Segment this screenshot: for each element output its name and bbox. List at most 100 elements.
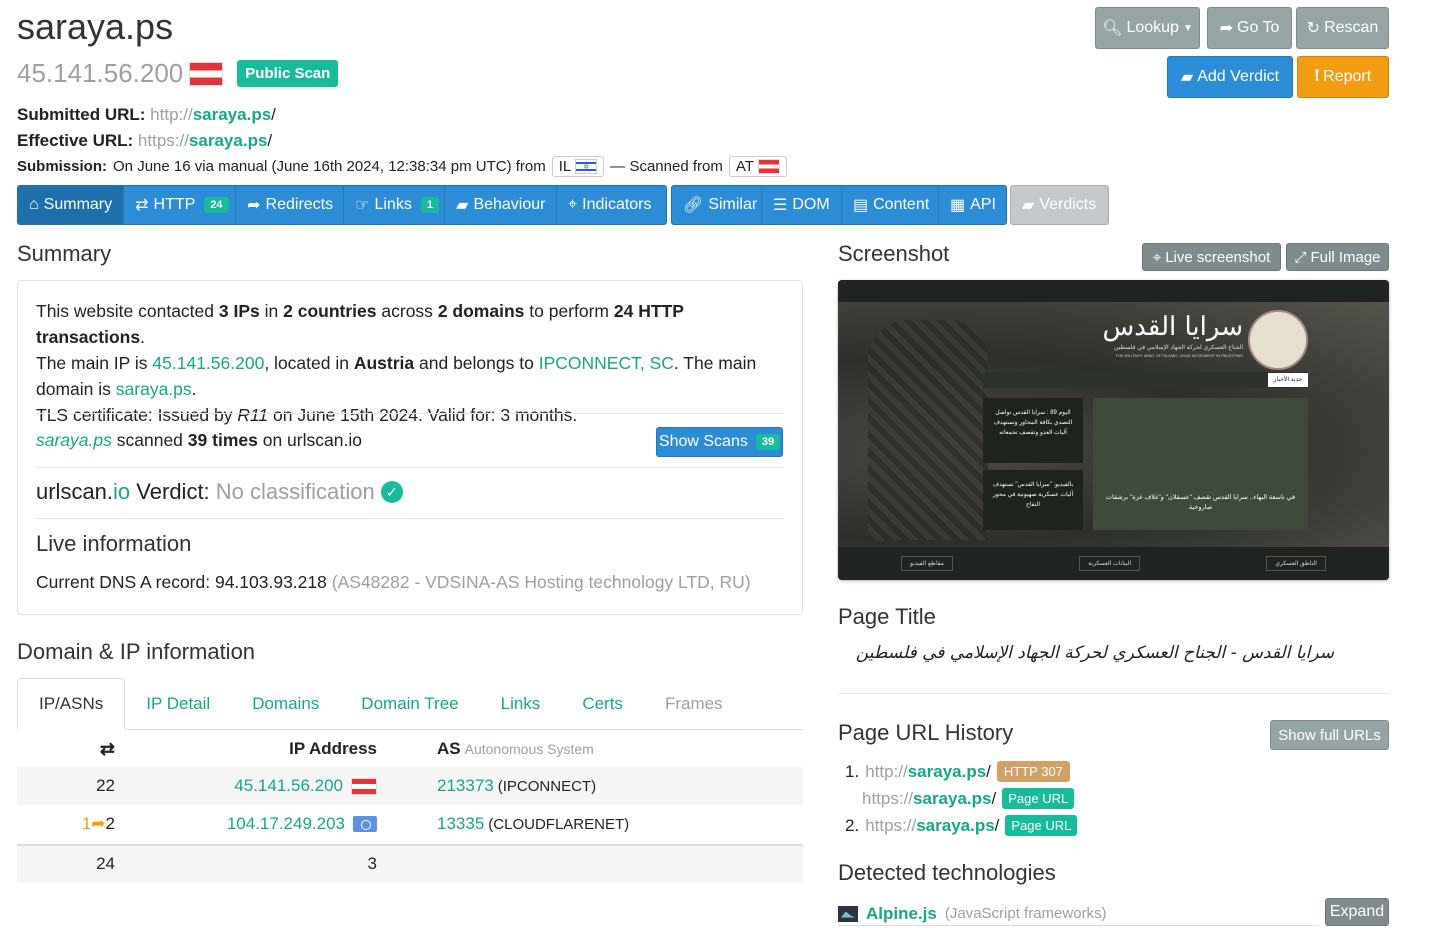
check-circle-icon: ✓	[380, 481, 403, 503]
ip-line: 45.141.56.200 Public Scan	[17, 58, 339, 89]
page-title-heading: Page Title	[838, 604, 936, 629]
tab-verdicts[interactable]: ▰ Verdicts	[1011, 186, 1108, 224]
list-icon: ☰	[773, 197, 788, 214]
url-history-item: 1. http://saraya.ps/ HTTP 307	[845, 761, 1070, 782]
home-icon: ⌂	[29, 196, 39, 213]
crosshairs-icon: ⌖	[568, 196, 578, 213]
effective-url-link[interactable]: https://saraya.ps/	[138, 131, 272, 150]
news-card[interactable]: بالفيديو: "سرايا القدس" تستهدف آليات عسك…	[983, 470, 1083, 530]
scanned-from-text: — Scanned from	[610, 158, 723, 175]
footer-link[interactable]: مقاطع الفيديو	[901, 556, 954, 571]
hand-pointer-icon: ☞	[355, 197, 370, 214]
asn-link[interactable]: IPCONNECT, SC	[539, 353, 674, 373]
history-url-link[interactable]: https://saraya.ps/	[862, 789, 996, 809]
share-arrow-icon: ➦	[1219, 20, 1233, 37]
file-icon: ▤	[853, 197, 869, 214]
tab-indicators[interactable]: ⌖ Indicators	[557, 186, 666, 224]
main-ip-link[interactable]: 45.141.56.200	[152, 353, 264, 373]
tab-dom[interactable]: ☰ DOM	[762, 186, 842, 224]
expand-button[interactable]: Expand	[1325, 898, 1389, 926]
comment-icon: ▰	[1022, 197, 1035, 214]
tech-row: Alpine.js (JavaScript frameworks)	[838, 902, 1318, 926]
scanned-domain-link[interactable]: saraya.ps	[36, 430, 112, 450]
tab-ip-detail[interactable]: IP Detail	[125, 678, 231, 729]
report-button[interactable]: ❗︎ Report	[1297, 56, 1389, 98]
tab-domains[interactable]: Domains	[231, 678, 340, 729]
history-url-link[interactable]: http://saraya.ps/	[865, 762, 991, 782]
scanned-country-pill[interactable]: AT	[728, 156, 787, 177]
austria-flag-icon	[757, 159, 780, 174]
show-full-urls-button[interactable]: Show full URLs	[1270, 720, 1389, 750]
caret-down-icon: ▼	[1182, 22, 1193, 34]
summary-text: This website contacted 3 IPs in 2 countr…	[36, 301, 757, 425]
soldier-figure	[868, 320, 988, 540]
page-url-badge: Page URL	[1005, 815, 1078, 836]
history-url-link[interactable]: https://saraya.ps/	[865, 816, 999, 836]
asn-link[interactable]: 13335	[437, 814, 484, 834]
tab-ip-asns[interactable]: IP/ASNs	[17, 678, 126, 730]
goto-button[interactable]: ➦ Go To	[1207, 7, 1292, 49]
page-url-badge: Page URL	[1002, 788, 1075, 809]
tab-links[interactable]: Links	[480, 678, 562, 729]
submission-row: Submission: On June 16 via manual (June …	[17, 156, 787, 177]
tab-certs[interactable]: Certs	[561, 678, 644, 729]
main-domain-link[interactable]: saraya.ps	[116, 379, 192, 399]
verdict-row: urlscan.io Verdict: No classification ✓	[36, 479, 403, 505]
tech-link[interactable]: Alpine.js	[866, 904, 937, 924]
add-verdict-button[interactable]: ▰ Add Verdict	[1167, 56, 1293, 98]
share-arrow-icon: ➦	[247, 197, 261, 214]
qrcode-icon: ▦	[950, 197, 966, 214]
ip-link[interactable]: 104.17.249.203	[227, 814, 345, 834]
nav-group-main: ⌂ Summary ⇄ HTTP 24 ➦ Redirects ☞ Links 1 ▰ Beh…	[17, 185, 667, 225]
exchange-icon: ⇄	[135, 197, 149, 214]
live-screenshot-button[interactable]: ⌖ Live screenshot	[1142, 243, 1281, 271]
news-card[interactable]: اليوم 89 : سرايا القدس تواصل التصدي بكاف…	[983, 398, 1083, 463]
ip-link[interactable]: 45.141.56.200	[234, 776, 343, 796]
lookup-button[interactable]: 🔍︎ Lookup ▼	[1095, 7, 1200, 49]
tab-domain-tree[interactable]: Domain Tree	[340, 678, 479, 729]
brand-sub: الجناح العسكري لحركة الجهاد الإسلامي في …	[1114, 345, 1243, 351]
screenshot-topbar	[838, 280, 1389, 302]
divider	[36, 413, 783, 414]
submission-label: Submission:	[17, 158, 108, 175]
brand-en: THE MILITARY WING OF ISLAMIC JIHAD MOVEM…	[1115, 353, 1243, 358]
tab-redirects[interactable]: ➦ Redirects	[236, 186, 345, 224]
table-header: ⇄ IP Address AS Autonomous System	[17, 730, 803, 768]
page-title: saraya.ps	[17, 6, 174, 47]
link-icon: 🔗︎	[683, 197, 704, 214]
url-history-item: 2. https://saraya.ps/ Page URL	[845, 815, 1078, 836]
tab-behaviour[interactable]: ▰ Behaviour	[445, 186, 558, 224]
tab-frames: Frames	[664, 693, 723, 713]
full-image-button[interactable]: ⤢ Full Image	[1286, 243, 1389, 271]
submitted-url-label: Submitted URL:	[17, 105, 146, 124]
live-info-heading: Live information	[36, 531, 192, 556]
israel-flag-icon: ✡	[575, 159, 598, 174]
footer-link[interactable]: الناطق العسكري	[1266, 556, 1326, 571]
main-ip: 45.141.56.200	[17, 58, 184, 88]
tab-api[interactable]: ▦ API	[939, 186, 1006, 224]
austria-flag-icon	[189, 61, 224, 86]
footer-link[interactable]: البيانات العسكرية	[1079, 556, 1141, 571]
tab-content[interactable]: ▤ Content	[842, 186, 939, 224]
show-scans-button[interactable]: Show Scans 39	[656, 427, 783, 457]
exclamation-circle-icon: ❗︎	[1314, 68, 1320, 85]
submitted-url-row: Submitted URL: http://saraya.ps/	[17, 105, 276, 125]
table-row: 1➦2 104.17.249.203 13335 (CLOUDFLARENET)	[81, 814, 630, 834]
page-screenshot[interactable]: سرايا القدس الجناح العسكري لحركة الجهاد …	[838, 280, 1389, 580]
dns-record-row: Current DNS A record: 94.103.93.218 (AS4…	[36, 572, 751, 592]
from-country-pill[interactable]: IL ✡	[551, 156, 605, 177]
comment-icon: ▰	[456, 197, 469, 214]
news-card-featured[interactable]: في ناسعة البهاء.. سرايا القدس تقصف "عسقل…	[1093, 398, 1308, 530]
news-button[interactable]: جديد الأخبار	[1268, 373, 1308, 387]
screenshot-heading: Screenshot	[838, 241, 950, 266]
url-history-heading: Page URL History	[838, 720, 1014, 745]
effective-url-label: Effective URL:	[17, 131, 134, 150]
tab-summary[interactable]: ⌂ Summary	[18, 186, 125, 224]
asn-link[interactable]: 213373	[437, 776, 494, 796]
alpinejs-icon	[838, 905, 858, 922]
tab-similar[interactable]: 🔗︎ Similar	[672, 186, 762, 224]
tab-links[interactable]: ☞ Links 1	[344, 186, 446, 224]
rescan-button[interactable]: ↻ Rescan	[1296, 7, 1389, 49]
submitted-url-link[interactable]: http://saraya.ps/	[150, 105, 276, 124]
tab-http[interactable]: ⇄ HTTP 24	[124, 186, 237, 224]
